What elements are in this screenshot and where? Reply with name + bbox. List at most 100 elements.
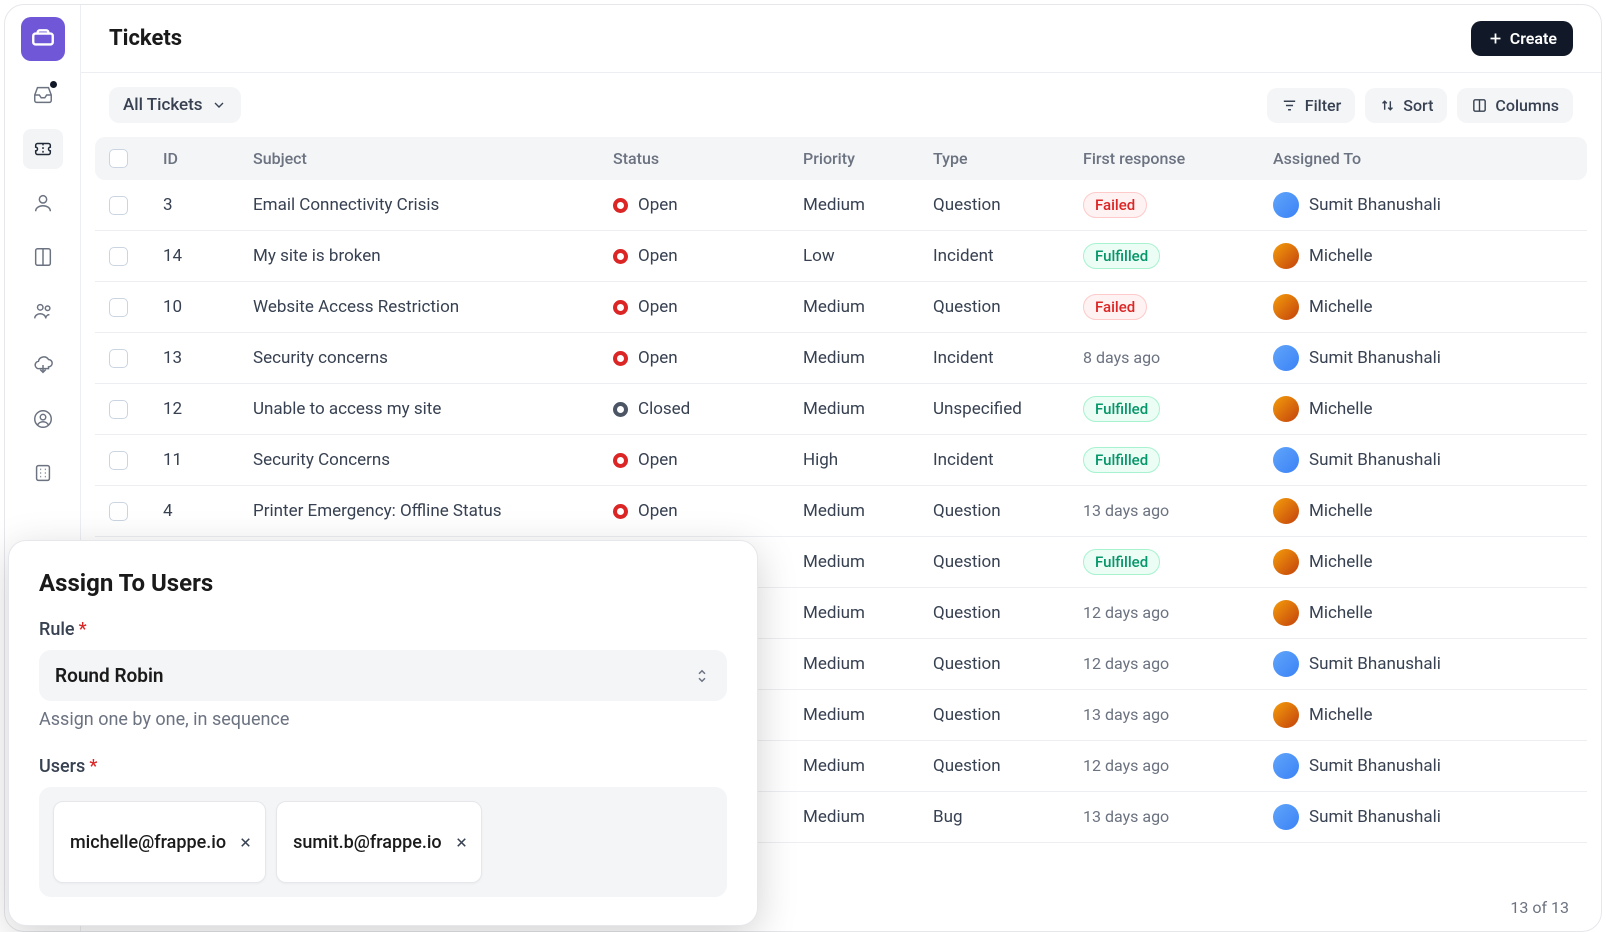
table-row[interactable]: 3Email Connectivity CrisisOpenMediumQues… bbox=[95, 180, 1587, 231]
table-row[interactable]: 13Security concernsOpenMediumIncident8 d… bbox=[95, 333, 1587, 384]
cell-type: Question bbox=[933, 705, 1083, 725]
rule-value: Round Robin bbox=[55, 664, 164, 687]
users-input[interactable]: michelle@frappe.iosumit.b@frappe.io bbox=[39, 787, 727, 897]
cell-id: 14 bbox=[163, 246, 253, 266]
view-dropdown-label: All Tickets bbox=[123, 95, 203, 115]
columns-button[interactable]: Columns bbox=[1457, 88, 1573, 123]
status-dot-icon bbox=[613, 504, 628, 519]
cell-type: Bug bbox=[933, 807, 1083, 827]
status-dot-icon bbox=[613, 198, 628, 213]
row-checkbox[interactable] bbox=[109, 502, 128, 521]
cell-type: Question bbox=[933, 603, 1083, 623]
sort-label: Sort bbox=[1403, 96, 1433, 115]
response-time: 8 days ago bbox=[1083, 348, 1160, 367]
status-dot-icon bbox=[613, 249, 628, 264]
select-all-checkbox[interactable] bbox=[109, 149, 128, 168]
status-text: Open bbox=[638, 450, 678, 470]
cell-subject: Security Concerns bbox=[253, 450, 613, 470]
avatar bbox=[1273, 396, 1299, 422]
status-dot-icon bbox=[613, 300, 628, 315]
row-checkbox[interactable] bbox=[109, 349, 128, 368]
chip-remove-button[interactable] bbox=[238, 835, 253, 850]
ticket-icon[interactable] bbox=[23, 129, 63, 169]
table-row[interactable]: 10Website Access RestrictionOpenMediumQu… bbox=[95, 282, 1587, 333]
response-badge: Fulfilled bbox=[1083, 549, 1160, 575]
cell-id: 11 bbox=[163, 450, 253, 470]
col-priority: Priority bbox=[803, 149, 933, 168]
create-button-label: Create bbox=[1510, 29, 1557, 48]
avatar bbox=[1273, 345, 1299, 371]
cell-subject: Security concerns bbox=[253, 348, 613, 368]
avatar bbox=[1273, 702, 1299, 728]
row-checkbox[interactable] bbox=[109, 298, 128, 317]
cell-priority: Medium bbox=[803, 807, 933, 827]
avatar bbox=[1273, 753, 1299, 779]
response-time: 13 days ago bbox=[1083, 705, 1169, 724]
cell-status: Open bbox=[613, 501, 803, 521]
assigned-name: Sumit Bhanushali bbox=[1309, 195, 1441, 215]
cell-assigned: Michelle bbox=[1273, 396, 1573, 422]
cell-assigned: Sumit Bhanushali bbox=[1273, 345, 1573, 371]
cell-id: 10 bbox=[163, 297, 253, 317]
cell-type: Question bbox=[933, 756, 1083, 776]
cell-priority: Medium bbox=[803, 195, 933, 215]
row-checkbox[interactable] bbox=[109, 451, 128, 470]
table-header: ID Subject Status Priority Type First re… bbox=[95, 137, 1587, 180]
assigned-name: Michelle bbox=[1309, 552, 1373, 572]
col-type: Type bbox=[933, 149, 1083, 168]
status-text: Open bbox=[638, 297, 678, 317]
cell-status: Open bbox=[613, 348, 803, 368]
cell-priority: Medium bbox=[803, 705, 933, 725]
table-row[interactable]: 14My site is brokenOpenLowIncidentFulfil… bbox=[95, 231, 1587, 282]
view-dropdown[interactable]: All Tickets bbox=[109, 87, 241, 123]
status-text: Open bbox=[638, 246, 678, 266]
filter-button[interactable]: Filter bbox=[1267, 88, 1356, 123]
cell-type: Question bbox=[933, 501, 1083, 521]
cell-assigned: Sumit Bhanushali bbox=[1273, 804, 1573, 830]
cell-first-response: 13 days ago bbox=[1083, 807, 1273, 827]
cell-assigned: Sumit Bhanushali bbox=[1273, 192, 1573, 218]
cell-id: 3 bbox=[163, 195, 253, 215]
cell-first-response: 12 days ago bbox=[1083, 603, 1273, 623]
table-row[interactable]: 12Unable to access my siteClosedMediumUn… bbox=[95, 384, 1587, 435]
row-checkbox[interactable] bbox=[109, 247, 128, 266]
cloud-icon[interactable] bbox=[23, 345, 63, 385]
assigned-name: Michelle bbox=[1309, 297, 1373, 317]
cell-first-response: Fulfilled bbox=[1083, 549, 1273, 575]
chip-remove-button[interactable] bbox=[454, 835, 469, 850]
rule-select[interactable]: Round Robin bbox=[39, 650, 727, 701]
response-time: 12 days ago bbox=[1083, 603, 1169, 622]
assigned-name: Michelle bbox=[1309, 399, 1373, 419]
status-text: Closed bbox=[638, 399, 690, 419]
table-row[interactable]: 11Security ConcernsOpenHighIncidentFulfi… bbox=[95, 435, 1587, 486]
status-text: Open bbox=[638, 501, 678, 521]
team-icon[interactable] bbox=[23, 291, 63, 331]
cell-priority: Medium bbox=[803, 603, 933, 623]
response-badge: Fulfilled bbox=[1083, 447, 1160, 473]
assigned-name: Michelle bbox=[1309, 501, 1373, 521]
cell-assigned: Michelle bbox=[1273, 294, 1573, 320]
cell-status: Open bbox=[613, 246, 803, 266]
page-title: Tickets bbox=[109, 26, 182, 51]
profile-icon[interactable] bbox=[23, 399, 63, 439]
cell-first-response: 13 days ago bbox=[1083, 501, 1273, 521]
building-icon[interactable] bbox=[23, 453, 63, 493]
cell-priority: Medium bbox=[803, 501, 933, 521]
book-icon[interactable] bbox=[23, 237, 63, 277]
col-status: Status bbox=[613, 149, 803, 168]
user-icon[interactable] bbox=[23, 183, 63, 223]
row-checkbox[interactable] bbox=[109, 196, 128, 215]
sort-button[interactable]: Sort bbox=[1365, 88, 1447, 123]
cell-assigned: Michelle bbox=[1273, 702, 1573, 728]
cell-type: Question bbox=[933, 195, 1083, 215]
required-indicator: * bbox=[89, 756, 97, 777]
table-row[interactable]: 4Printer Emergency: Offline StatusOpenMe… bbox=[95, 486, 1587, 537]
status-dot-icon bbox=[613, 453, 628, 468]
row-checkbox[interactable] bbox=[109, 400, 128, 419]
avatar bbox=[1273, 549, 1299, 575]
status-text: Open bbox=[638, 195, 678, 215]
cell-assigned: Michelle bbox=[1273, 549, 1573, 575]
create-button[interactable]: Create bbox=[1471, 21, 1573, 56]
inbox-icon[interactable] bbox=[23, 75, 63, 115]
cell-first-response: 12 days ago bbox=[1083, 654, 1273, 674]
